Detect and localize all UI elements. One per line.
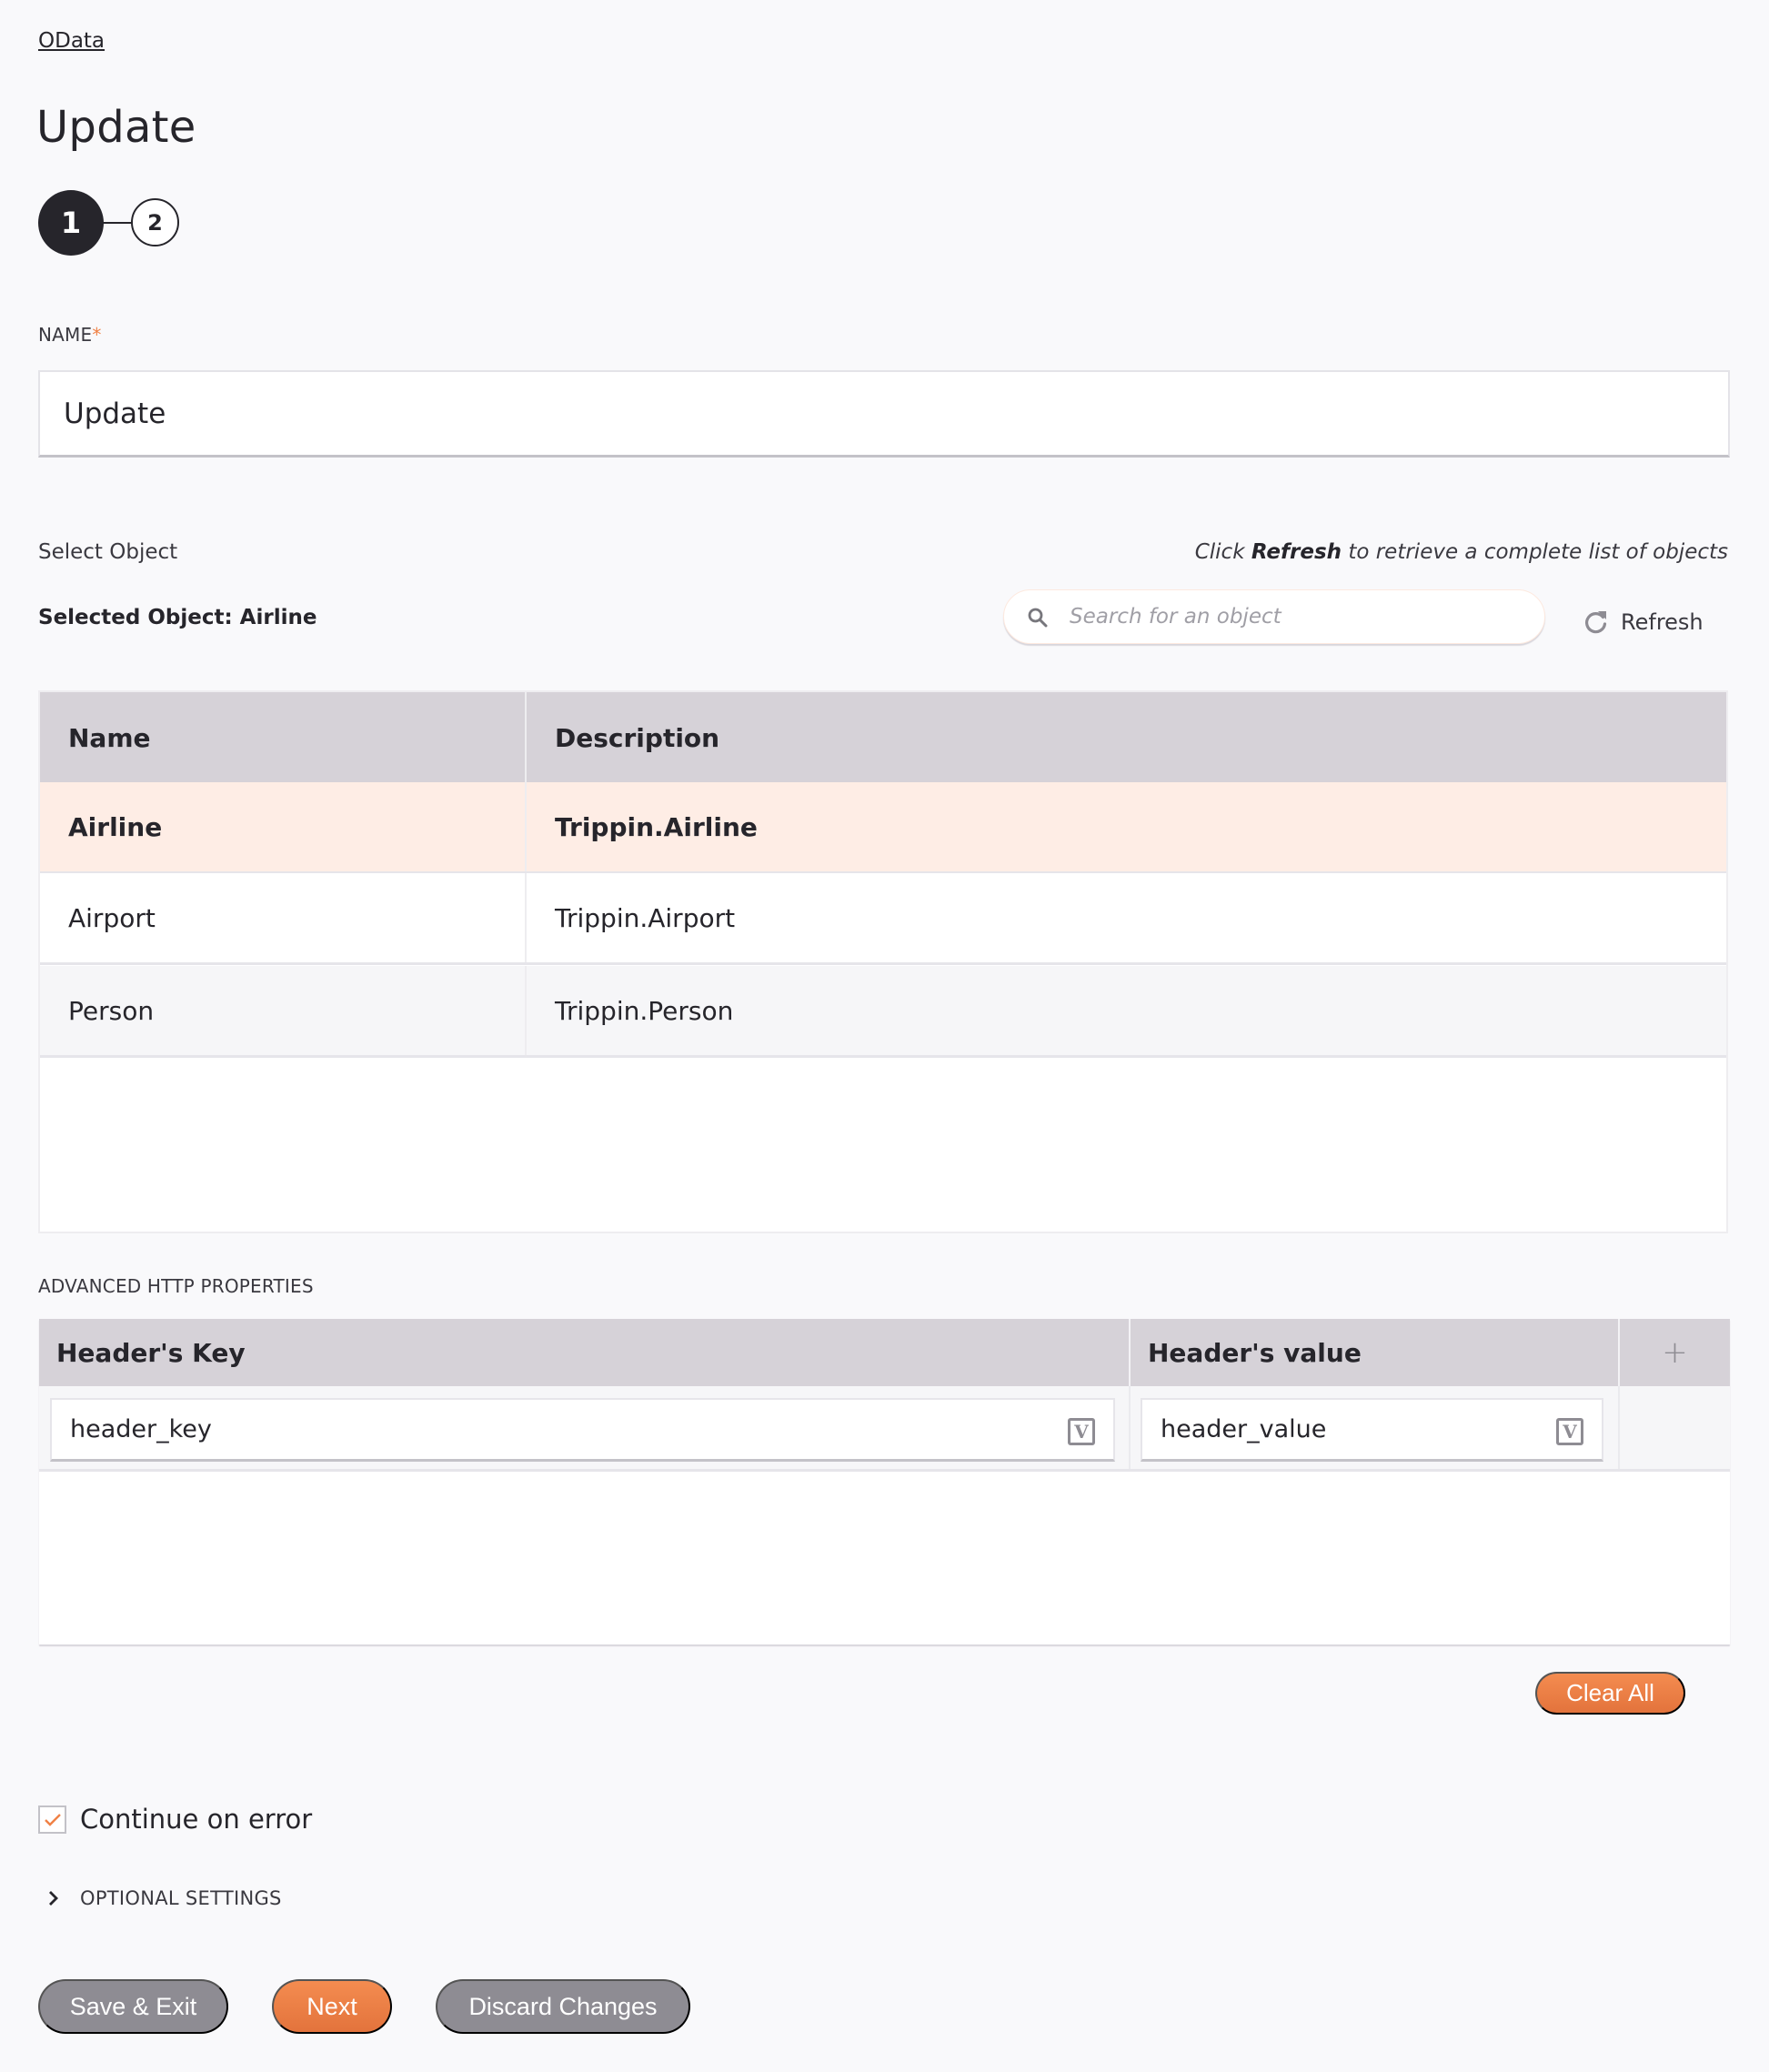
row-actions-cell (1620, 1386, 1730, 1469)
refresh-hint: Click Refresh to retrieve a complete lis… (1195, 540, 1728, 564)
search-placeholder: Search for an object (1070, 605, 1282, 629)
table-row-person[interactable]: Person Trippin.Person (40, 966, 1726, 1058)
column-header-name[interactable]: Name (40, 692, 527, 784)
page-title: Update (36, 102, 196, 153)
step-connector (103, 222, 132, 224)
value-cell: header_value V (1131, 1386, 1620, 1469)
http-headers-table: Header's Key Header's value + header_key… (39, 1319, 1730, 1645)
selected-object-text: Selected Object: Airline (38, 606, 317, 629)
hint-suffix: to retrieve a complete list of objects (1342, 540, 1728, 564)
column-header-value: Header's value (1131, 1319, 1620, 1386)
cell-name: Airline (40, 782, 527, 871)
name-label: NAME* (38, 324, 102, 346)
header-value-value: header_value (1161, 1415, 1327, 1443)
name-label-text: NAME (38, 324, 93, 346)
header-key-input[interactable]: header_key V (50, 1398, 1115, 1462)
key-cell: header_key V (39, 1386, 1131, 1469)
step-1-indicator[interactable]: 1 (38, 190, 104, 256)
discard-changes-button[interactable]: Discard Changes (436, 1979, 690, 2034)
name-input-value: Update (64, 397, 166, 430)
http-header-row: header_key V header_value V (39, 1386, 1730, 1472)
advanced-http-label: ADVANCED HTTP PROPERTIES (38, 1275, 314, 1297)
http-table-header: Header's Key Header's value + (39, 1319, 1730, 1386)
checkmark-icon (44, 1813, 61, 1826)
search-icon (1028, 608, 1048, 628)
object-search-input[interactable]: Search for an object (1003, 589, 1545, 644)
continue-on-error-label[interactable]: Continue on error (80, 1804, 312, 1835)
hint-bold: Refresh (1251, 540, 1342, 564)
cell-name: Person (40, 966, 527, 1055)
continue-on-error-checkbox[interactable] (38, 1805, 66, 1834)
refresh-label: Refresh (1621, 609, 1704, 635)
add-row-icon[interactable]: + (1662, 1334, 1688, 1371)
table-row-airport[interactable]: Airport Trippin.Airport (40, 873, 1726, 965)
select-object-label: Select Object (38, 540, 178, 564)
name-input[interactable]: Update (38, 370, 1730, 458)
add-header-cell: + (1620, 1319, 1730, 1386)
refresh-icon (1585, 611, 1607, 634)
variable-icon[interactable]: V (1068, 1418, 1095, 1445)
optional-settings-toggle[interactable]: OPTIONAL SETTINGS (45, 1886, 282, 1910)
column-header-description[interactable]: Description (527, 692, 1726, 784)
clear-all-button[interactable]: Clear All (1535, 1672, 1685, 1715)
variable-icon[interactable]: V (1556, 1418, 1583, 1445)
optional-settings-label: OPTIONAL SETTINGS (80, 1887, 282, 1909)
refresh-button[interactable]: Refresh (1583, 604, 1704, 640)
objects-table: Name Description Airline Trippin.Airline… (38, 690, 1728, 1233)
step-2-indicator[interactable]: 2 (131, 198, 179, 246)
cell-name: Airport (40, 873, 527, 962)
next-button[interactable]: Next (272, 1979, 392, 2034)
header-key-value: header_key (70, 1415, 212, 1443)
hint-prefix: Click (1194, 540, 1251, 564)
chevron-right-icon (49, 1891, 58, 1906)
objects-table-header: Name Description (40, 692, 1726, 784)
save-exit-button[interactable]: Save & Exit (38, 1979, 228, 2034)
column-header-key: Header's Key (39, 1319, 1131, 1386)
required-marker: * (92, 324, 102, 346)
cell-description: Trippin.Person (555, 995, 734, 1026)
table-row-airline[interactable]: Airline Trippin.Airline (40, 782, 1726, 874)
breadcrumb-odata-link[interactable]: OData (38, 29, 105, 53)
cell-description: Trippin.Airline (555, 811, 758, 842)
cell-description: Trippin.Airport (555, 902, 736, 933)
header-value-input[interactable]: header_value V (1141, 1398, 1603, 1462)
